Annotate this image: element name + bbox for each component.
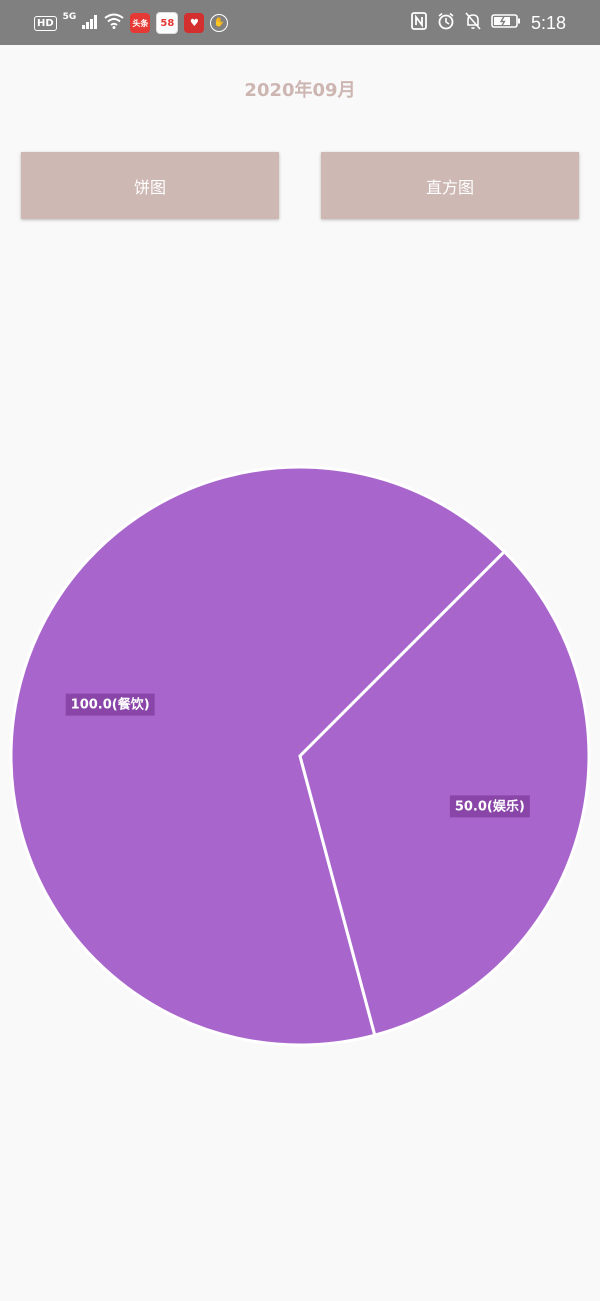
slice-label-text: 100.0(餐饮) [71,697,150,713]
app-58-icon: 58 [156,12,179,34]
month-title[interactable]: 2020年09月 [0,76,600,102]
pie-chart-button[interactable]: 饼图 [21,152,279,219]
pie-chart: 100.0(餐饮) 50.0(娱乐) [9,465,591,1047]
battery-icon [491,13,521,33]
hd-icon: HD [34,15,57,31]
status-bar-left: HD 5G 头条 58 ♥ ✋ [34,12,229,34]
hand-app-icon: ✋ [210,14,229,32]
toutiao-app-icon: 头条 [130,13,151,33]
wifi-icon [104,13,124,33]
nfc-icon [411,12,427,34]
clock-time: 5:18 [530,13,566,33]
status-bar-right: 5:18 [411,12,566,34]
network-type-label: 5G [62,12,77,22]
slice-label-2: 50.0(娱乐) [449,795,530,818]
alarm-icon [437,12,455,34]
slice-label-1: 100.0(餐饮) [65,693,155,716]
slice-label-text: 50.0(娱乐) [455,798,525,814]
status-bar: HD 5G 头条 58 ♥ ✋ 5:18 [0,0,600,45]
signal-icon [82,14,98,33]
mute-bell-icon [465,12,481,34]
heart-app-icon: ♥ [184,13,205,33]
histogram-button[interactable]: 直方图 [321,152,579,219]
